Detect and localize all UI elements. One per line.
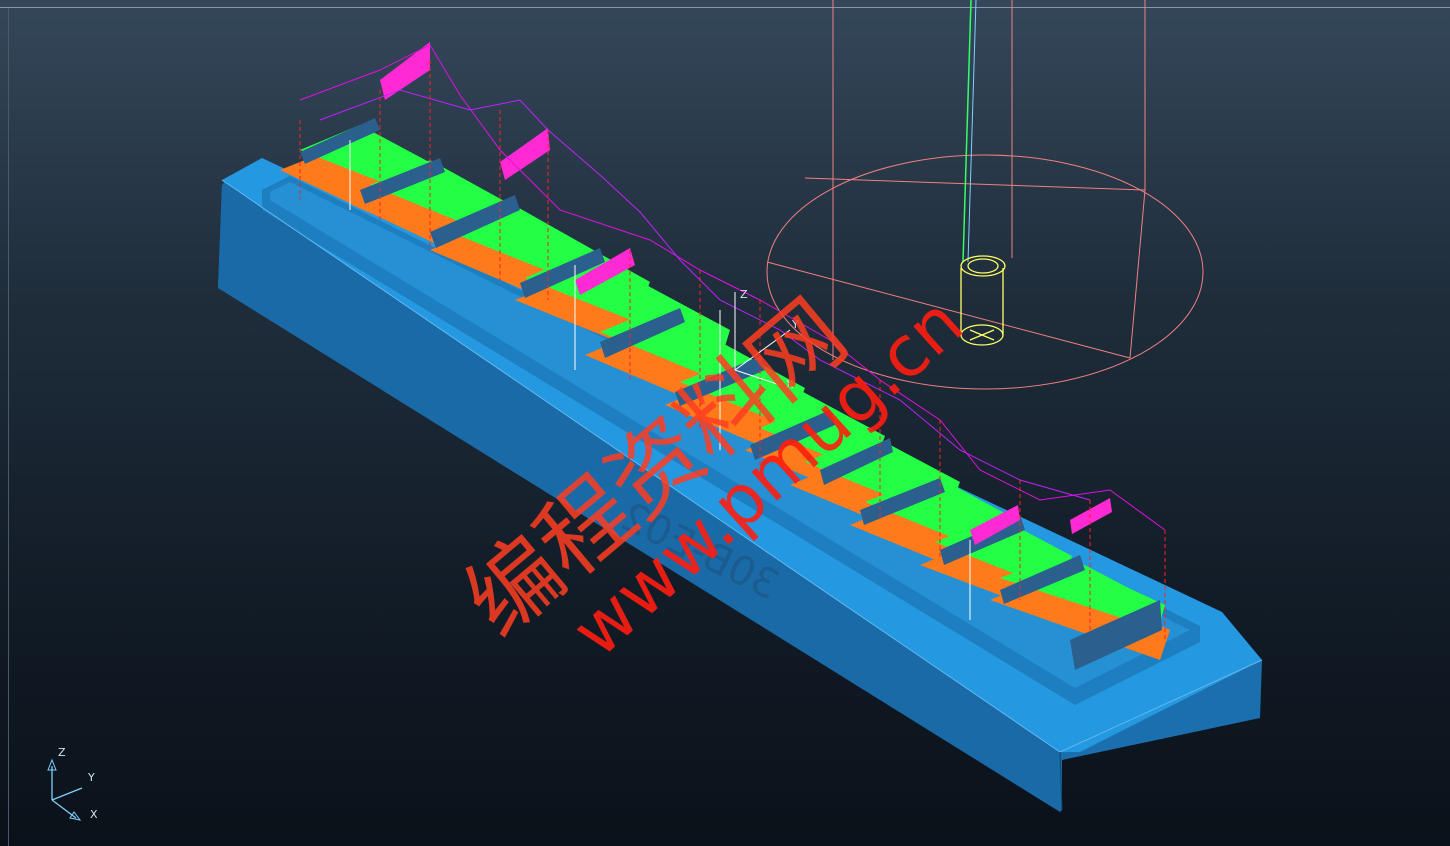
view-y-label: Y [87, 771, 95, 784]
spindle-axis [962, 0, 972, 263]
graphics-viewport[interactable]: 30B-E02 Z Y X 编程资料网 www.pmug.cn Z Y X [0, 0, 1450, 846]
view-x-label: X [90, 808, 98, 821]
view-z-label: Z [58, 746, 66, 759]
wcs-z-label: Z [740, 288, 748, 301]
model-scene[interactable]: 30B-E02 Z Y X 编程资料网 www.pmug.cn Z Y X [0, 0, 1450, 846]
view-triad: Z Y X [47, 746, 98, 821]
